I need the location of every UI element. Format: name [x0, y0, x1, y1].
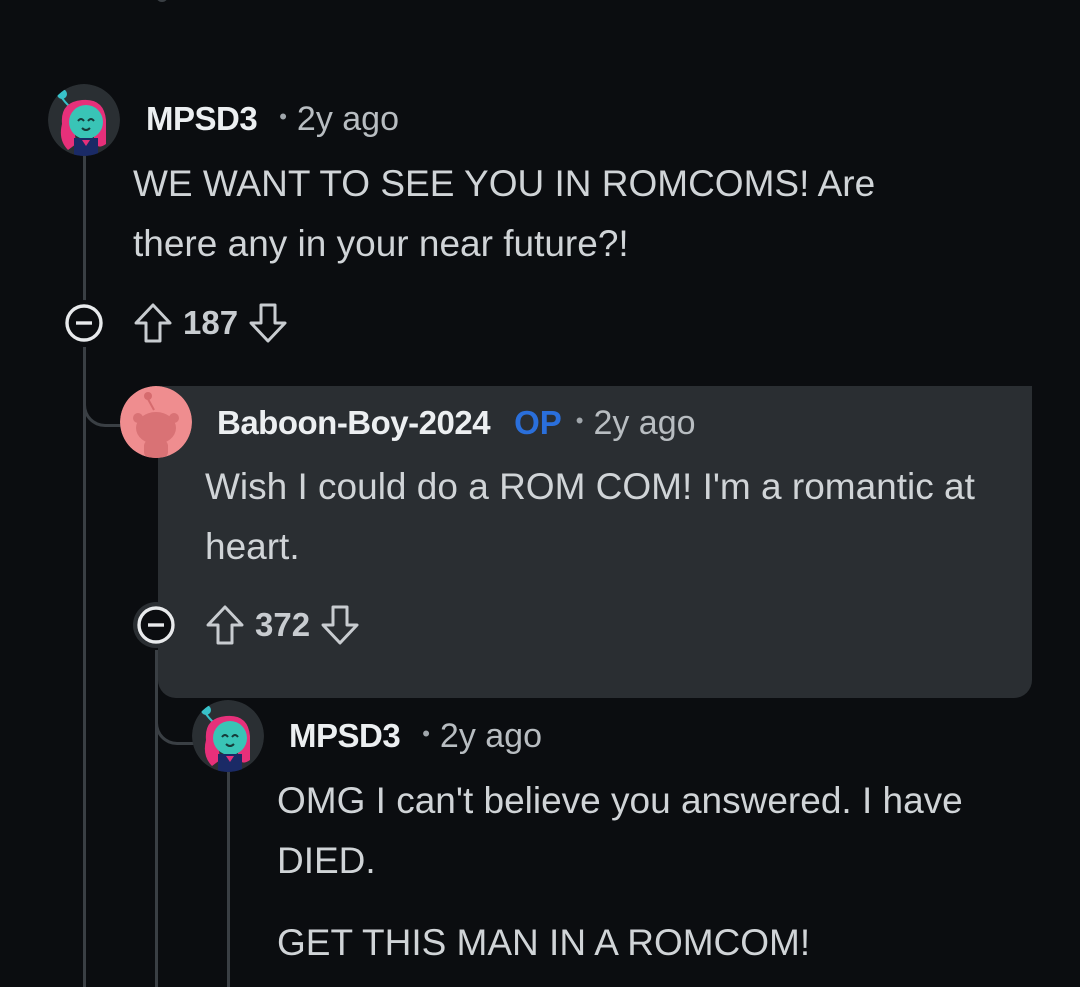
comment-text: OMG I can't believe you answered. I have…: [277, 780, 963, 881]
comment-body: Wish I could do a ROM COM! I'm a romanti…: [205, 457, 1025, 577]
snoo-avatar-pink-hair-icon: [192, 700, 264, 772]
thread-line-level-3: [227, 772, 230, 987]
op-badge: OP: [514, 404, 562, 441]
vote-count: 187: [183, 304, 239, 341]
comment-body: WE WANT TO SEE YOU IN ROMCOMS! Are there…: [133, 154, 953, 274]
avatar[interactable]: [192, 700, 264, 772]
upvote-button[interactable]: [131, 301, 175, 345]
collapse-button[interactable]: [61, 300, 107, 346]
thread-line-level-1-continued: [83, 347, 86, 987]
avatar[interactable]: [120, 386, 192, 458]
comment-actions: 187: [61, 300, 290, 346]
snoo-avatar-pink-hair-icon: [48, 84, 120, 156]
separator-dot: •: [279, 104, 287, 129]
thread-line-level-1: [83, 156, 86, 301]
arrow-down-outline-icon: [249, 303, 287, 343]
username[interactable]: MPSD3: [289, 717, 401, 755]
downvote-button[interactable]: [246, 301, 290, 345]
avatar[interactable]: [48, 84, 120, 156]
comment-meta: Baboon-Boy-2024 OP • 2y ago: [217, 404, 696, 443]
default-snoo-avatar-icon: [120, 386, 192, 458]
arrow-down-outline-icon: [321, 605, 359, 645]
thread-branch-reply-2: [155, 650, 195, 745]
timestamp: 2y ago: [593, 404, 696, 442]
timestamp: 2y ago: [439, 717, 542, 755]
collapse-button[interactable]: [133, 602, 179, 648]
comment-meta: MPSD3 • 2y ago: [289, 717, 542, 756]
timestamp: 2y ago: [296, 100, 399, 138]
minus-circle-icon: [137, 606, 175, 644]
thread-branch-reply-1: [83, 347, 123, 427]
comment-meta: MPSD3 • 2y ago: [146, 100, 399, 139]
username[interactable]: Baboon-Boy-2024: [217, 404, 491, 442]
thread-line-top: [156, 0, 168, 2]
arrow-up-outline-icon: [206, 605, 244, 645]
comment-text: GET THIS MAN IN A ROMCOM!: [277, 922, 811, 963]
comment-text: Wish I could do a ROM COM! I'm a romanti…: [205, 466, 975, 567]
vote-count: 372: [255, 606, 311, 643]
upvote-button[interactable]: [203, 603, 247, 647]
comment-thread: MPSD3 • 2y ago WE WANT TO SEE YOU IN ROM…: [0, 0, 1080, 987]
separator-dot: •: [422, 721, 430, 746]
comment-body: OMG I can't believe you answered. I have…: [277, 771, 997, 973]
comment-actions: 372: [133, 602, 362, 648]
separator-dot: •: [575, 408, 584, 433]
arrow-up-outline-icon: [134, 303, 172, 343]
username[interactable]: MPSD3: [146, 100, 258, 138]
minus-circle-icon: [65, 304, 103, 342]
comment-text: WE WANT TO SEE YOU IN ROMCOMS! Are there…: [133, 163, 876, 264]
downvote-button[interactable]: [318, 603, 362, 647]
